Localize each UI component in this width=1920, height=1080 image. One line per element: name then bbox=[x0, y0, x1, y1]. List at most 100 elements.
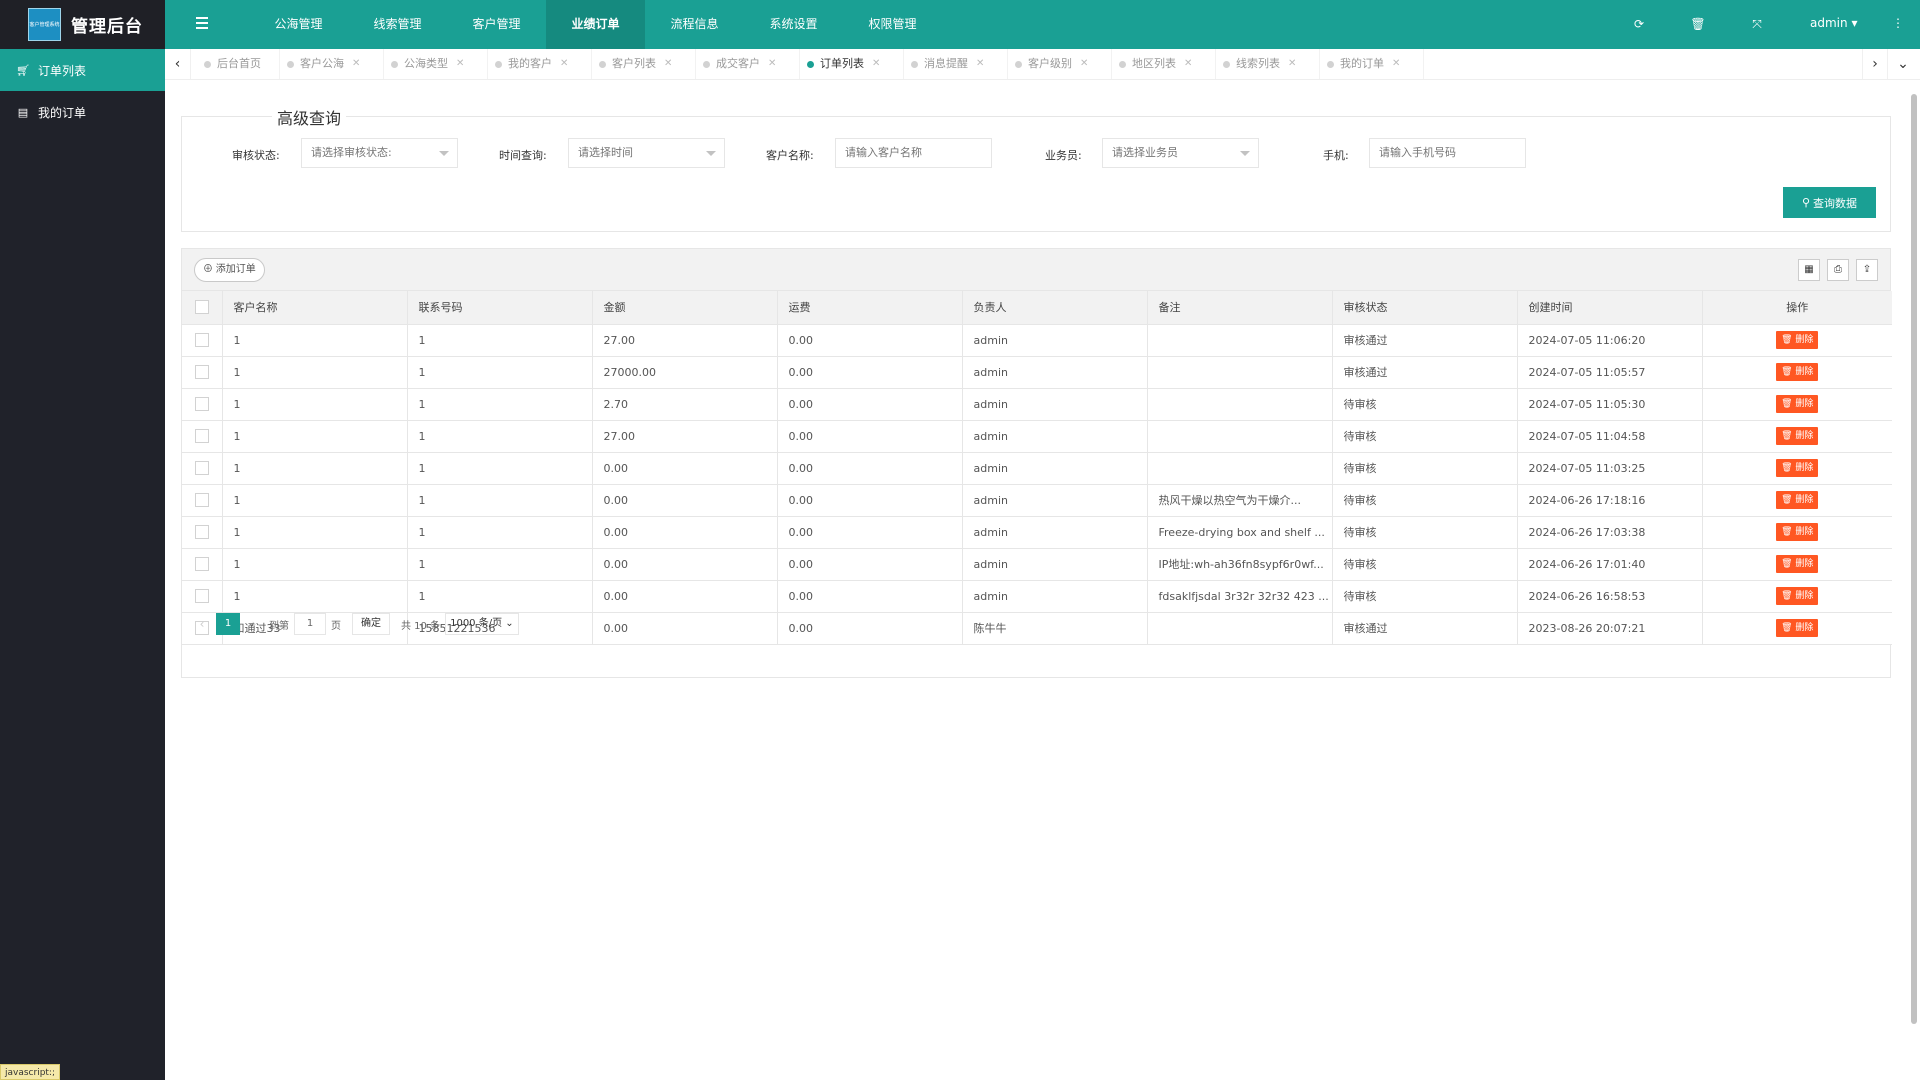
time-query-input[interactable]: 请选择时间 bbox=[568, 138, 725, 168]
tab-closed-customers[interactable]: 成交客户 ✕ bbox=[696, 49, 800, 79]
column-header[interactable]: 联系号码 bbox=[407, 291, 593, 325]
column-header[interactable]: 创建时间 bbox=[1517, 291, 1703, 325]
delete-button[interactable]: 🗑︎ 删除 bbox=[1776, 491, 1819, 509]
delete-button[interactable]: 🗑︎ 删除 bbox=[1776, 427, 1819, 445]
delete-button[interactable]: 🗑︎ 删除 bbox=[1776, 331, 1819, 349]
tab-sea-type[interactable]: 公海类型 ✕ bbox=[384, 49, 488, 79]
close-icon[interactable]: ✕ bbox=[976, 49, 984, 79]
table-cell: 审核通过 bbox=[1332, 324, 1518, 357]
nav-item-customers[interactable]: 客户管理 bbox=[447, 0, 546, 49]
tab-my-customers[interactable]: 我的客户 ✕ bbox=[488, 49, 592, 79]
close-icon[interactable]: ✕ bbox=[560, 49, 568, 79]
delete-button[interactable]: 🗑︎ 删除 bbox=[1776, 523, 1819, 541]
close-icon[interactable]: ✕ bbox=[352, 49, 360, 79]
trash-icon[interactable]: 🗑︎ bbox=[1690, 16, 1706, 32]
table-cell: 1 bbox=[407, 356, 593, 389]
more-icon[interactable]: ⋮ bbox=[1892, 16, 1904, 30]
row-checkbox[interactable] bbox=[194, 461, 209, 475]
page-number-input[interactable]: 1 bbox=[294, 613, 326, 635]
delete-button[interactable]: 🗑︎ 删除 bbox=[1776, 363, 1819, 381]
delete-button[interactable]: 🗑︎ 删除 bbox=[1776, 619, 1819, 637]
tab-scroll-left-icon[interactable]: ‹ bbox=[165, 49, 191, 79]
row-checkbox[interactable] bbox=[194, 397, 209, 411]
tab-messages[interactable]: 消息提醒 ✕ bbox=[904, 49, 1008, 79]
refresh-icon[interactable]: ⟳ bbox=[1631, 16, 1647, 32]
table-row: 1 1 27.00 0.00 admin 待审核 2024-07-05 11:04:58 🗑︎… bbox=[182, 420, 1892, 453]
table-cell: fdsaklfjsdal 3r32r 32r32 423 ... bbox=[1147, 580, 1333, 613]
delete-button[interactable]: 🗑︎ 删除 bbox=[1776, 555, 1819, 573]
page-current[interactable]: 1 bbox=[216, 613, 240, 635]
row-checkbox[interactable] bbox=[194, 557, 209, 571]
phone-input[interactable]: 请输入手机号码 bbox=[1369, 138, 1526, 168]
nav-item-public-sea[interactable]: 公海管理 bbox=[249, 0, 348, 49]
row-select-cell bbox=[182, 420, 223, 453]
prev-page-icon[interactable]: ‹ bbox=[192, 617, 212, 631]
row-checkbox[interactable] bbox=[194, 493, 209, 507]
close-icon[interactable]: ✕ bbox=[664, 49, 672, 79]
nav-item-leads[interactable]: 线索管理 bbox=[348, 0, 447, 49]
close-icon[interactable]: ✕ bbox=[872, 49, 880, 79]
fullscreen-icon[interactable]: ⤧ bbox=[1749, 16, 1765, 32]
tab-lead-list[interactable]: 线索列表 ✕ bbox=[1216, 49, 1320, 79]
column-header[interactable]: 金额 bbox=[592, 291, 778, 325]
close-icon[interactable]: ✕ bbox=[1184, 49, 1192, 79]
trash-icon: 🗑︎ bbox=[1781, 527, 1796, 537]
tab-customer-list[interactable]: 客户列表 ✕ bbox=[592, 49, 696, 79]
table-cell: 0.00 bbox=[777, 548, 963, 581]
audit-status-select[interactable]: 请选择审核状态: bbox=[301, 138, 458, 168]
customer-name-input[interactable]: 请输入客户名称 bbox=[835, 138, 992, 168]
table-cell: 0.00 bbox=[592, 612, 778, 645]
tab-dropdown-icon[interactable]: ⌄ bbox=[1890, 49, 1916, 79]
sidebar-item-my-orders[interactable]: ▤ 我的订单 bbox=[0, 91, 165, 133]
close-icon[interactable]: ✕ bbox=[456, 49, 464, 79]
nav-item-orders[interactable]: 业绩订单 bbox=[546, 0, 645, 49]
close-icon[interactable]: ✕ bbox=[1392, 49, 1400, 79]
salesperson-select[interactable]: 请选择业务员 bbox=[1102, 138, 1259, 168]
tab-region-list[interactable]: 地区列表 ✕ bbox=[1112, 49, 1216, 79]
close-icon[interactable]: ✕ bbox=[1288, 49, 1296, 79]
column-header[interactable]: 客户名称 bbox=[222, 291, 408, 325]
table-cell: admin bbox=[962, 388, 1148, 421]
confirm-page-button[interactable]: 确定 bbox=[352, 613, 390, 635]
row-checkbox[interactable] bbox=[194, 365, 209, 379]
menu-toggle-icon[interactable] bbox=[196, 17, 208, 31]
query-button[interactable]: ⚲ 查询数据 bbox=[1783, 187, 1876, 218]
column-header[interactable]: 审核状态 bbox=[1332, 291, 1518, 325]
row-checkbox[interactable] bbox=[194, 589, 209, 603]
print-icon[interactable]: ⎙ bbox=[1827, 259, 1849, 281]
table-cell: 0.00 bbox=[592, 484, 778, 517]
delete-button[interactable]: 🗑︎ 删除 bbox=[1776, 459, 1819, 477]
columns-filter-icon[interactable]: ▦ bbox=[1798, 259, 1820, 281]
delete-label: 删除 bbox=[1795, 335, 1814, 345]
delete-button[interactable]: 🗑︎ 删除 bbox=[1776, 587, 1819, 605]
page-scrollbar[interactable] bbox=[1908, 80, 1920, 1080]
column-header[interactable]: 负责人 bbox=[962, 291, 1148, 325]
scrollbar-thumb[interactable] bbox=[1911, 94, 1917, 1024]
tab-order-list[interactable]: 订单列表 ✕ bbox=[800, 49, 904, 79]
add-order-button[interactable]: ⊕ 添加订单 bbox=[194, 258, 265, 282]
tab-home[interactable]: 后台首页 bbox=[197, 49, 280, 79]
select-all-checkbox[interactable] bbox=[194, 300, 209, 315]
nav-item-permissions[interactable]: 权限管理 bbox=[843, 0, 942, 49]
tab-public-sea[interactable]: 客户公海 ✕ bbox=[280, 49, 384, 79]
row-checkbox[interactable] bbox=[194, 429, 209, 443]
tab-scroll-right-icon[interactable]: › bbox=[1862, 49, 1888, 79]
close-icon[interactable]: ✕ bbox=[768, 49, 776, 79]
export-icon[interactable]: ⇪ bbox=[1856, 259, 1878, 281]
page-size-select[interactable]: 1000 条/页 ⌄ bbox=[445, 613, 519, 635]
row-checkbox[interactable] bbox=[194, 525, 209, 539]
next-page-icon[interactable]: › bbox=[244, 617, 264, 631]
user-menu[interactable]: admin ▾ bbox=[1810, 16, 1857, 30]
column-header[interactable]: 备注 bbox=[1147, 291, 1333, 325]
tab-customer-level[interactable]: 客户级别 ✕ bbox=[1008, 49, 1112, 79]
table-cell: admin bbox=[962, 356, 1148, 389]
close-icon[interactable]: ✕ bbox=[1080, 49, 1088, 79]
delete-button[interactable]: 🗑︎ 删除 bbox=[1776, 395, 1819, 413]
nav-item-process[interactable]: 流程信息 bbox=[645, 0, 744, 49]
sidebar-item-order-list[interactable]: 🛒︎ 订单列表 bbox=[0, 49, 165, 91]
table-cell: Freeze-drying box and shelf ... bbox=[1147, 516, 1333, 549]
row-checkbox[interactable] bbox=[194, 333, 209, 347]
nav-item-settings[interactable]: 系统设置 bbox=[744, 0, 843, 49]
tab-my-orders[interactable]: 我的订单 ✕ bbox=[1320, 49, 1424, 79]
column-header[interactable]: 运费 bbox=[777, 291, 963, 325]
